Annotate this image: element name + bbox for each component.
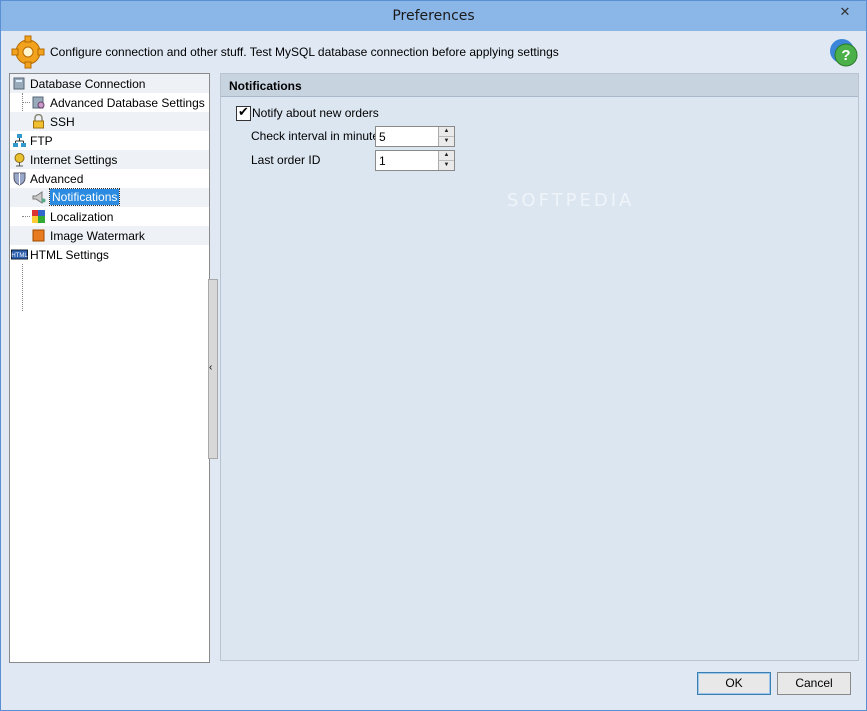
close-button[interactable]: ✕ bbox=[830, 2, 860, 22]
lock-icon bbox=[33, 114, 44, 129]
tree-item-notifications[interactable]: Notifications bbox=[10, 188, 209, 207]
shield-icon bbox=[13, 172, 26, 186]
help-icon[interactable]: ? bbox=[828, 37, 860, 69]
flag-icon bbox=[32, 210, 45, 223]
globe-icon bbox=[14, 153, 25, 167]
svg-text:HTML: HTML bbox=[11, 253, 28, 259]
database-settings-icon bbox=[32, 96, 45, 109]
tree-item-html-settings[interactable]: HTML HTML Settings bbox=[10, 245, 209, 264]
tree-item-image-watermark[interactable]: Image Watermark bbox=[10, 226, 209, 245]
database-icon bbox=[13, 77, 25, 90]
watermark-text: SOFTPEDIA bbox=[507, 190, 635, 211]
tree-item-ftp[interactable]: FTP bbox=[10, 131, 209, 150]
last-order-value[interactable]: 1 bbox=[379, 154, 386, 168]
check-interval-value[interactable]: 5 bbox=[379, 130, 386, 144]
window-title: Preferences bbox=[392, 8, 475, 24]
panel-title: Notifications bbox=[229, 79, 302, 93]
check-interval-label: Check interval in minutes bbox=[251, 129, 386, 143]
preferences-window: Preferences ✕ Configure connection and o… bbox=[0, 0, 867, 711]
image-icon bbox=[32, 229, 45, 242]
notify-label: Notify about new orders bbox=[252, 106, 379, 120]
panel-splitter[interactable]: ‹ bbox=[208, 279, 218, 459]
ok-button[interactable]: OK bbox=[697, 672, 771, 695]
checkmark-icon: ✔ bbox=[238, 104, 249, 119]
spin-up-icon[interactable]: ▲ bbox=[438, 127, 454, 137]
tree-item-internet-settings[interactable]: Internet Settings bbox=[10, 150, 209, 169]
panel-header: Notifications bbox=[221, 74, 858, 97]
tree-item-localization[interactable]: Localization bbox=[10, 207, 209, 226]
svg-text:?: ? bbox=[841, 47, 850, 64]
last-order-spinner[interactable]: 1 ▲ ▼ bbox=[375, 150, 455, 171]
spin-down-icon[interactable]: ▼ bbox=[438, 161, 454, 170]
gear-icon bbox=[11, 35, 45, 69]
spin-up-icon[interactable]: ▲ bbox=[438, 151, 454, 161]
last-order-label: Last order ID bbox=[251, 153, 321, 167]
network-icon bbox=[13, 134, 26, 147]
megaphone-icon bbox=[32, 191, 46, 204]
spin-down-icon[interactable]: ▼ bbox=[438, 137, 454, 146]
close-icon: ✕ bbox=[839, 4, 851, 19]
tree-item-advanced[interactable]: Advanced bbox=[10, 169, 209, 188]
collapse-arrow-icon: ‹ bbox=[209, 362, 213, 373]
tree-item-advanced-database-settings[interactable]: Advanced Database Settings bbox=[10, 93, 209, 112]
title-bar[interactable]: Preferences ✕ bbox=[1, 1, 866, 31]
cancel-button[interactable]: Cancel bbox=[777, 672, 851, 695]
header-description: Configure connection and other stuff. Te… bbox=[50, 45, 559, 59]
tree-item-database-connection[interactable]: Database Connection bbox=[10, 74, 209, 93]
tree-item-ssh[interactable]: SSH bbox=[10, 112, 209, 131]
header-band: Configure connection and other stuff. Te… bbox=[1, 31, 866, 73]
notify-checkbox[interactable]: ✔ bbox=[236, 104, 251, 121]
html-icon: HTML bbox=[11, 249, 28, 260]
notifications-panel: Notifications SOFTPEDIA ✔ Notify about n… bbox=[220, 73, 859, 661]
settings-tree[interactable]: Database Connection Advanced Database Se… bbox=[9, 73, 210, 663]
check-interval-spinner[interactable]: 5 ▲ ▼ bbox=[375, 126, 455, 147]
